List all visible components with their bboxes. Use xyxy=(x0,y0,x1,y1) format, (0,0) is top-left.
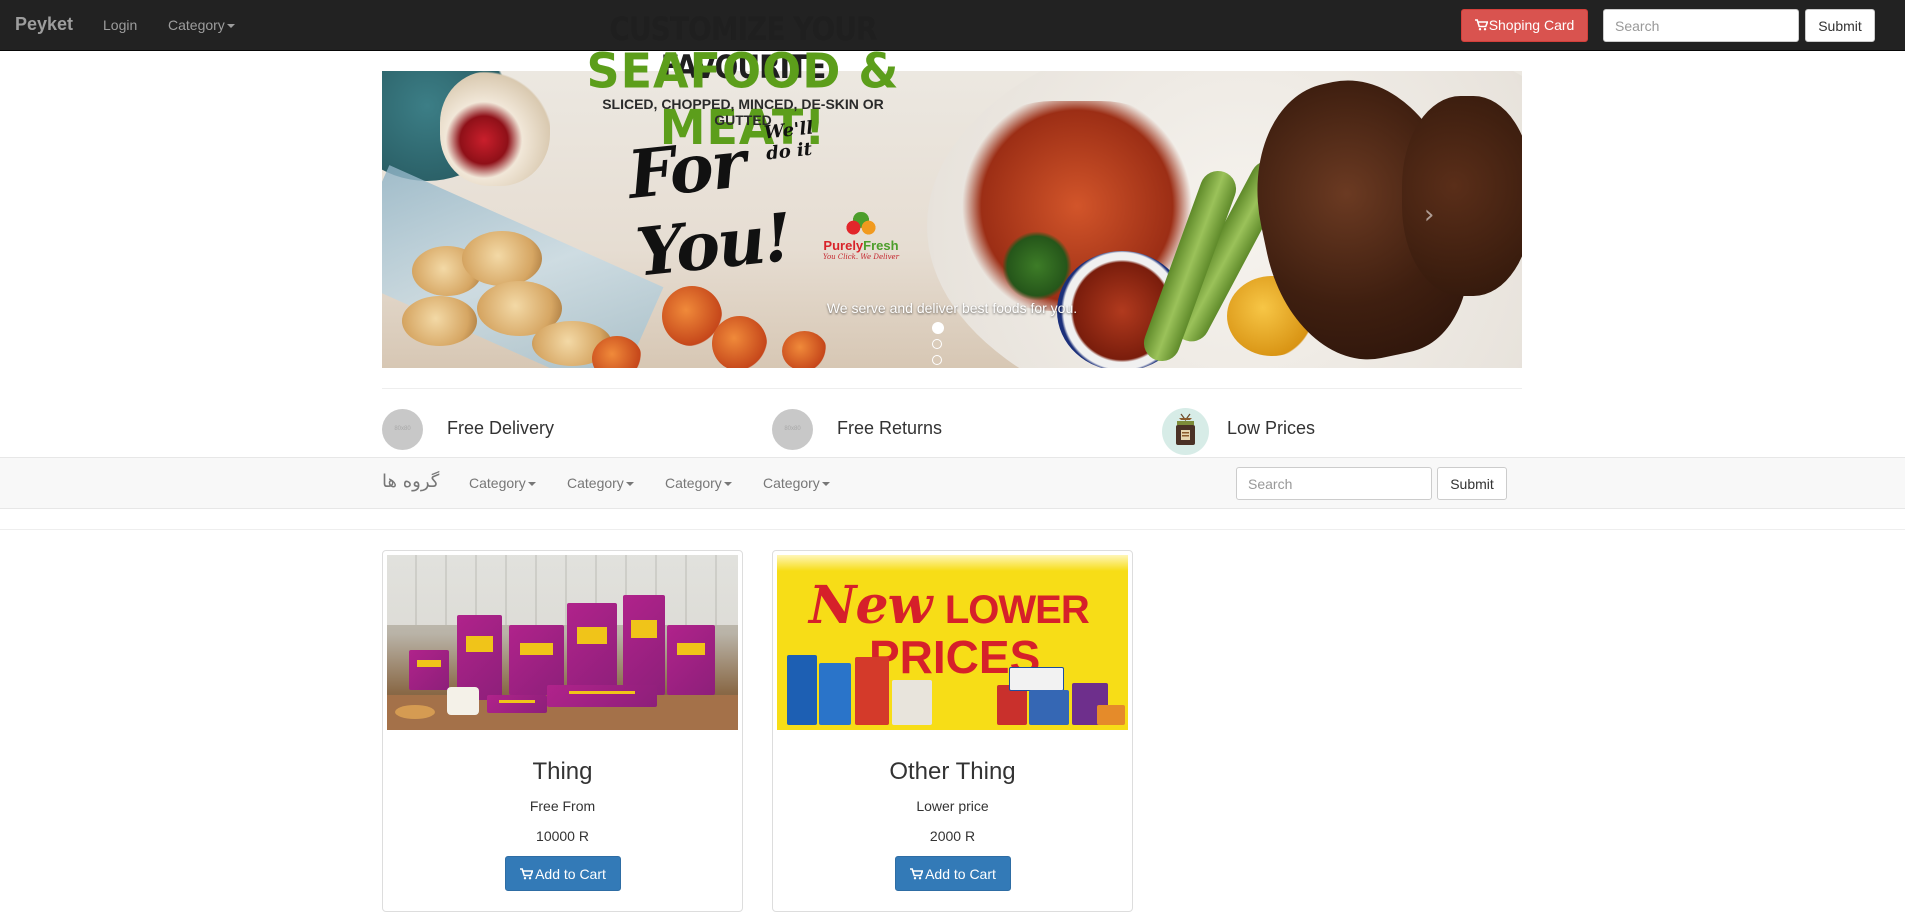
divider xyxy=(382,388,1522,389)
carousel-indicator[interactable] xyxy=(932,355,942,365)
placeholder-image-icon: 80x80 xyxy=(382,409,423,450)
category-submit-button[interactable]: Submit xyxy=(1437,467,1507,500)
feature-free-delivery: Free Delivery xyxy=(447,418,555,438)
caret-down-icon xyxy=(723,482,732,487)
caret-down-icon xyxy=(527,482,536,487)
add-to-cart-button[interactable]: Add to Cart xyxy=(895,856,1011,891)
add-to-cart-button[interactable]: Add to Cart xyxy=(505,856,621,891)
carousel-caption: We serve and deliver best foods for you. xyxy=(826,300,1078,316)
category-dropdown-label: Category xyxy=(665,475,722,491)
category-dropdown-label: Category xyxy=(763,475,820,491)
caret-down-icon xyxy=(625,482,634,487)
product-price: 10000 R xyxy=(536,828,589,844)
category-navbar: گروه ها Category Category Category Categ… xyxy=(0,457,1905,509)
top-search-input[interactable] xyxy=(1603,9,1799,42)
login-link[interactable]: Login xyxy=(103,17,137,33)
category-dropdown[interactable]: Category xyxy=(168,17,235,33)
hero-carousel[interactable] xyxy=(382,71,1522,368)
category-dropdown-1[interactable]: Category xyxy=(469,475,536,491)
feature-free-returns: Free Returns xyxy=(837,418,943,438)
carousel-indicators xyxy=(929,320,947,365)
product-image[interactable] xyxy=(387,555,738,730)
shopping-cart-button[interactable]: Shoping Card xyxy=(1461,9,1588,42)
image-text-lower: LOWER xyxy=(944,588,1090,632)
product-description: Lower price xyxy=(916,798,989,814)
product-card: New LOWER PRICES Other Thing Lower price… xyxy=(772,550,1133,912)
cart-icon xyxy=(910,867,924,879)
tea-bag-icon xyxy=(1162,408,1209,455)
product-image[interactable]: New LOWER PRICES xyxy=(777,555,1128,730)
purelyfresh-logo: PurelyFresh You Click. We Deliver xyxy=(816,212,906,261)
caret-down-icon xyxy=(821,482,830,487)
product-title[interactable]: Thing xyxy=(383,758,742,786)
product-price: 2000 R xyxy=(929,828,976,844)
carousel-indicator[interactable] xyxy=(932,339,942,349)
product-title[interactable]: Other Thing xyxy=(773,758,1132,786)
category-search-input[interactable] xyxy=(1236,467,1432,500)
caret-down-icon xyxy=(226,24,235,29)
feature-low-prices: Low Prices xyxy=(1227,418,1316,438)
image-text-new: New xyxy=(809,575,932,636)
top-navbar: Peyket Login Category Shoping Card Submi… xyxy=(0,0,1905,51)
placeholder-image-icon: 80x80 xyxy=(772,409,813,450)
product-description: Free From xyxy=(529,798,596,814)
shopping-cart-label: Shoping Card xyxy=(1488,17,1575,33)
cart-icon xyxy=(520,867,534,879)
add-to-cart-label: Add to Cart xyxy=(925,865,996,882)
category-dropdown-2[interactable]: Category xyxy=(567,475,634,491)
carousel-indicator[interactable] xyxy=(932,322,944,334)
category-dropdown-label: Category xyxy=(469,475,526,491)
groups-brand[interactable]: گروه ها xyxy=(382,471,439,492)
category-dropdown-4[interactable]: Category xyxy=(763,475,830,491)
add-to-cart-label: Add to Cart xyxy=(535,865,606,882)
category-dropdown-3[interactable]: Category xyxy=(665,475,732,491)
banner-script-large: For You! xyxy=(624,124,795,292)
product-card: Thing Free From 10000 R Add to Cart xyxy=(382,550,743,912)
carousel-next-icon[interactable]: › xyxy=(1424,200,1434,230)
brand-logo[interactable]: Peyket xyxy=(15,14,73,35)
divider xyxy=(0,529,1905,530)
top-submit-button[interactable]: Submit xyxy=(1805,9,1875,42)
category-dropdown-label: Category xyxy=(168,17,225,33)
cart-icon xyxy=(1474,19,1489,31)
category-dropdown-label: Category xyxy=(567,475,624,491)
